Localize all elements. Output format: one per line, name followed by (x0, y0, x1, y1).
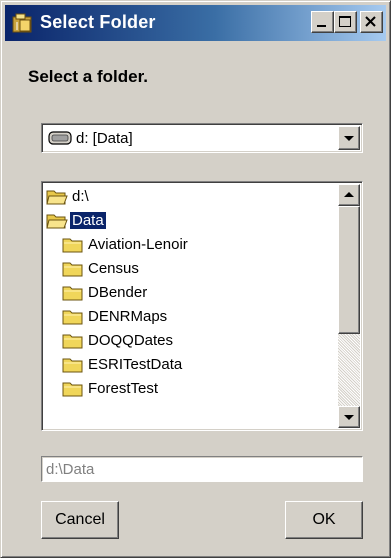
open-folder-icon (46, 212, 68, 234)
title-bar[interactable]: Select Folder (5, 5, 386, 41)
tree-item-label: DENRMaps (88, 308, 168, 325)
arrow-up-icon (344, 192, 354, 197)
chevron-down-icon (344, 136, 354, 141)
drive-dropdown-button[interactable] (338, 126, 360, 150)
folder-icon (62, 356, 84, 378)
tree-item-label: Census (88, 260, 139, 277)
select-folder-dialog: Select Folder Select a folder. d: [Data]… (0, 0, 391, 558)
close-button[interactable] (360, 11, 383, 33)
tree-item-label: ESRITestData (88, 356, 183, 373)
folder-icon (62, 308, 84, 330)
maximize-icon (339, 16, 351, 27)
close-icon (365, 16, 376, 27)
tree-item-label: ForestTest (88, 380, 159, 397)
tree-item-label: Data (70, 212, 106, 229)
drive-select[interactable]: d: [Data] (41, 123, 363, 153)
scroll-down-button[interactable] (338, 406, 360, 428)
minimize-icon (317, 25, 326, 27)
tree-item-label: DOQQDates (88, 332, 174, 349)
folder-icon (62, 236, 84, 258)
tree-scrollbar[interactable] (338, 184, 360, 428)
ok-button[interactable]: OK (285, 501, 363, 539)
arrow-down-icon (344, 415, 354, 420)
tree-item-label: DBender (88, 284, 148, 301)
folder-tree-icon (11, 11, 35, 35)
cancel-button[interactable]: Cancel (41, 501, 119, 539)
scroll-thumb[interactable] (338, 206, 360, 334)
tree-item-label: d:\ (72, 188, 89, 205)
open-folder-icon (46, 188, 68, 210)
folder-icon (62, 284, 84, 306)
window-title: Select Folder (40, 12, 156, 32)
minimize-button[interactable] (311, 11, 334, 33)
scroll-up-button[interactable] (338, 184, 360, 206)
folder-path-field[interactable] (41, 456, 363, 482)
maximize-button[interactable] (334, 11, 357, 33)
tree-item-label: Aviation-Lenoir (88, 236, 188, 253)
folder-icon (62, 260, 84, 282)
folder-tree[interactable]: d:\ Data Aviation-Lenoir Census DBender DENRM… (41, 181, 363, 431)
drive-icon (48, 131, 72, 150)
drive-select-value: d: [Data] (76, 130, 133, 147)
prompt-label: Select a folder. (28, 67, 148, 86)
folder-icon (62, 332, 84, 354)
folder-icon (62, 380, 84, 402)
